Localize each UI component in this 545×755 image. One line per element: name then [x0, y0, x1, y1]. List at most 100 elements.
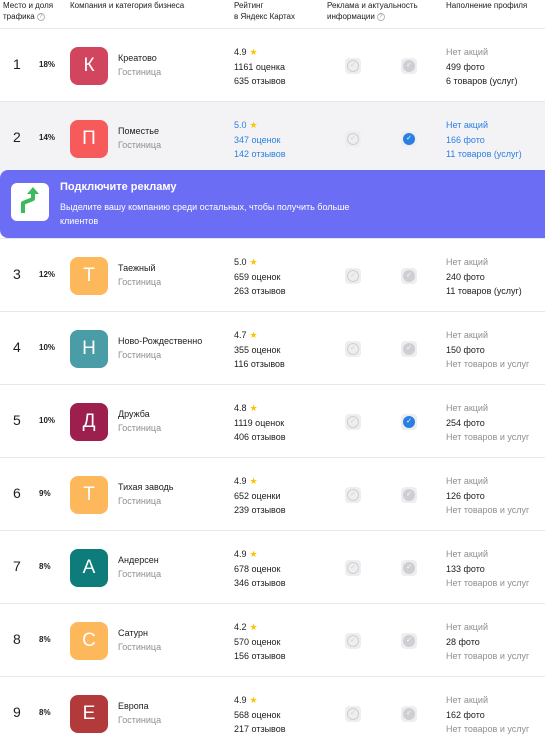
- ad-status-indicator: ✓: [345, 560, 361, 576]
- reviews-count[interactable]: 142 отзывов: [234, 147, 286, 162]
- table-row[interactable]: 7 8% А Андерсен Гостиница 4.9 ★ 678 оценок 346 о…: [0, 530, 545, 603]
- promo-status[interactable]: Нет акций: [446, 118, 522, 133]
- rating-value: 4.9: [234, 549, 247, 559]
- rank-number: 6: [13, 485, 21, 501]
- rating-block: 5.0 ★ 659 оценок 263 отзывов: [234, 255, 286, 299]
- star-icon: ★: [249, 622, 258, 632]
- rank-number: 5: [13, 412, 21, 428]
- rating-block: 5.0 ★ 347 оценок 142 отзывов: [234, 118, 286, 162]
- goods-count: Нет товаров и услуг: [446, 651, 530, 661]
- photos-count: 28 фото: [446, 636, 480, 647]
- company-avatar: С: [70, 622, 108, 660]
- table-row[interactable]: 4 10% Н Ново-Рождественно Гостиница 4.7 ★ 355 о…: [0, 311, 545, 384]
- photos-count: 162 фото: [446, 709, 485, 720]
- ad-status-icon: ✓: [347, 343, 359, 355]
- photos-count: 150 фото: [446, 344, 485, 355]
- ratings-count: 659 оценок: [234, 271, 281, 282]
- company-category: Гостиница: [118, 277, 162, 287]
- star-icon: ★: [249, 257, 258, 267]
- promo-status: Нет акций: [446, 622, 488, 632]
- check-icon: ✓: [403, 416, 415, 428]
- star-icon: ★: [249, 549, 258, 559]
- reviews-count: 346 отзывов: [234, 578, 286, 588]
- company-name[interactable]: Креатово: [118, 53, 157, 63]
- star-icon: ★: [249, 695, 258, 705]
- check-icon: ✓: [403, 343, 415, 355]
- check-icon: ✓: [403, 708, 415, 720]
- reviews-count: 635 отзывов: [234, 76, 286, 86]
- profile-fill: Нет акций 150 фото Нет товаров и услуг: [446, 328, 529, 372]
- traffic-share: 14%: [39, 133, 56, 142]
- company-name[interactable]: Сатурн: [118, 628, 148, 638]
- company-category: Гостиница: [118, 423, 162, 433]
- promo-status: Нет акций: [446, 403, 488, 413]
- promo-status: Нет акций: [446, 47, 488, 57]
- company-name[interactable]: Андерсен: [118, 555, 159, 565]
- star-icon: ★: [249, 330, 258, 340]
- reviews-count: 217 отзывов: [234, 724, 286, 734]
- ratings-count: 355 оценок: [234, 344, 281, 355]
- company-avatar: Е: [70, 695, 108, 733]
- company-name[interactable]: Ново-Рождественно: [118, 336, 202, 346]
- ad-status-indicator: ✓: [345, 487, 361, 503]
- info-status-indicator: ✓: [401, 633, 417, 649]
- info-status-indicator: ✓: [401, 487, 417, 503]
- rating-value: 5.0: [234, 120, 247, 130]
- reviews-count: 263 отзывов: [234, 286, 286, 296]
- company-category: Гостиница: [118, 569, 162, 579]
- company-category: Гостиница: [118, 350, 162, 360]
- help-icon[interactable]: ?: [376, 12, 385, 21]
- header-traffic-label: трафика: [3, 12, 35, 21]
- company-category: Гостиница: [118, 140, 162, 150]
- header-place-share: Место и доля трафика?: [3, 0, 53, 22]
- header-profile: Наполнение профиля: [446, 1, 528, 10]
- rating-block: 4.9 ★ 1161 оценка 635 отзывов: [234, 45, 286, 89]
- profile-fill: Нет акций 162 фото Нет товаров и услуг: [446, 693, 529, 737]
- reviews-count: 239 отзывов: [234, 505, 286, 515]
- company-name[interactable]: Дружба: [118, 409, 150, 419]
- table-row[interactable]: 2 14% П Поместье Гостиница 5.0 ★ 347 оценок 142 …: [0, 101, 545, 174]
- photos-count: 133 фото: [446, 563, 485, 574]
- table-row[interactable]: 3 12% Т Таежный Гостиница 5.0 ★ 659 оценок 263 о…: [0, 238, 545, 311]
- table-row[interactable]: 9 8% Е Европа Гостиница 4.9 ★ 568 оценок 217 отз…: [0, 676, 545, 749]
- table-row[interactable]: 6 9% Т Тихая заводь Гостиница 4.9 ★ 652 оценки 2…: [0, 457, 545, 530]
- goods-count[interactable]: 11 товаров (услуг): [446, 147, 522, 162]
- rating-block: 4.9 ★ 652 оценки 239 отзывов: [234, 474, 286, 518]
- ad-status-icon: ✓: [347, 562, 359, 574]
- profile-fill: Нет акций 166 фото 11 товаров (услуг): [446, 118, 522, 162]
- company-name[interactable]: Европа: [118, 701, 149, 711]
- company-name[interactable]: Поместье: [118, 126, 159, 136]
- ad-status-icon: ✓: [347, 133, 359, 145]
- profile-fill: Нет акций 254 фото Нет товаров и услуг: [446, 401, 529, 445]
- rating-value: 5.0: [234, 257, 247, 267]
- company-avatar: А: [70, 549, 108, 587]
- goods-count: Нет товаров и услуг: [446, 432, 530, 442]
- table-row[interactable]: 1 18% К Креатово Гостиница 4.9 ★ 1161 оценка 635…: [0, 28, 545, 101]
- ratings-count: 1161 оценка: [234, 61, 286, 72]
- table-row[interactable]: 5 10% Д Дружба Гостиница 4.8 ★ 1119 оценок 406 о…: [0, 384, 545, 457]
- check-icon: ✓: [403, 635, 415, 647]
- check-icon: ✓: [403, 489, 415, 501]
- photos-count: 254 фото: [446, 417, 485, 428]
- photos-count: 499 фото: [446, 61, 485, 72]
- ratings-count[interactable]: 347 оценок: [234, 133, 286, 148]
- company-name[interactable]: Таежный: [118, 263, 156, 273]
- table-row[interactable]: 8 8% С Сатурн Гостиница 4.2 ★ 570 оценок 156 отз…: [0, 603, 545, 676]
- rank-number: 8: [13, 631, 21, 647]
- company-name[interactable]: Тихая заводь: [118, 482, 173, 492]
- ad-status-icon: ✓: [347, 635, 359, 647]
- header-rating-sub: в Яндекс Картах: [234, 12, 296, 21]
- goods-count: Нет товаров и услуг: [446, 505, 530, 515]
- rating-block: 4.9 ★ 678 оценок 346 отзывов: [234, 547, 286, 591]
- company-avatar: Т: [70, 257, 108, 295]
- traffic-share: 18%: [39, 60, 56, 69]
- check-icon: ✓: [403, 60, 415, 72]
- table-header: Место и доля трафика? Компания и категор…: [0, 0, 545, 30]
- photos-count[interactable]: 166 фото: [446, 133, 522, 148]
- help-icon[interactable]: ?: [36, 12, 45, 21]
- rating-value: 4.2: [234, 622, 247, 632]
- ratings-count: 568 оценок: [234, 709, 281, 720]
- star-icon: ★: [249, 476, 258, 486]
- company-category: Гостиница: [118, 67, 162, 77]
- profile-fill: Нет акций 240 фото 11 товаров (услуг): [446, 255, 522, 299]
